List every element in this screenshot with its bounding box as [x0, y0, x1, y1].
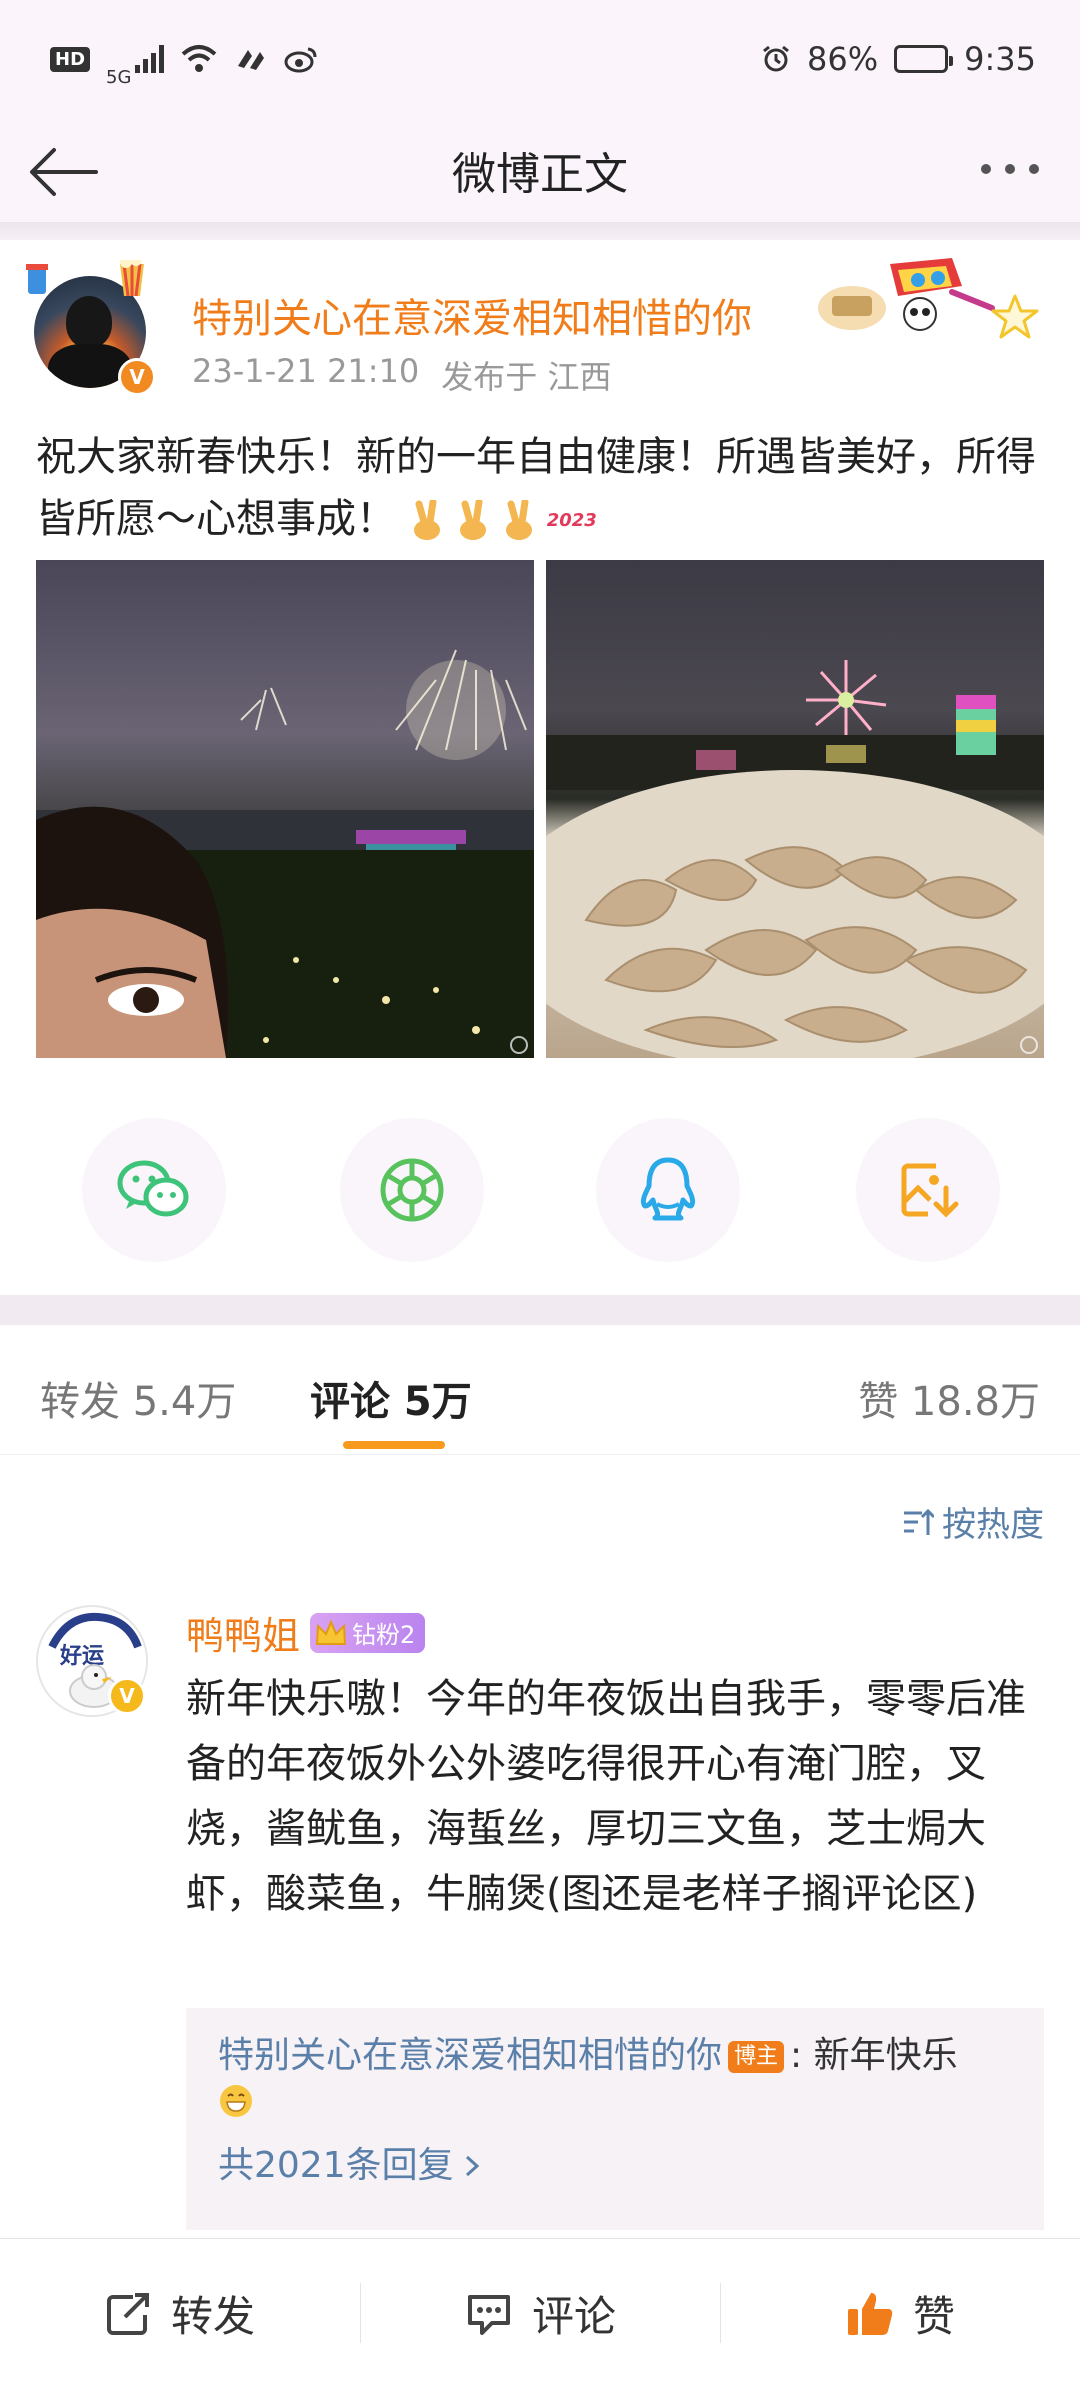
view-all-replies-link[interactable]: 共2021条回复 — [218, 2140, 1012, 2192]
repost-icon — [106, 2292, 149, 2335]
moments-icon — [380, 1158, 444, 1222]
emoji-row: 2023 — [409, 490, 597, 552]
post-image-2[interactable] — [546, 560, 1044, 1058]
chevron-right-icon — [465, 2155, 479, 2177]
commenter-verified-icon: V — [108, 1677, 146, 1715]
interaction-tabs: 转发 5.4万 评论 5万 赞 18.8万 — [0, 1325, 1080, 1455]
tab-reposts[interactable]: 转发 5.4万 — [40, 1369, 236, 1427]
hd-badge: HD — [50, 46, 91, 72]
post-body: 祝大家新春快乐！新的一年自由健康！所遇皆美好，所得皆所愿～心想事成！ 2023 — [36, 426, 1046, 552]
active-tab-indicator — [343, 1441, 445, 1449]
sort-icon — [904, 1508, 934, 1535]
battery-percent: 86% — [807, 40, 879, 78]
share-row — [0, 1118, 1080, 1268]
like-label: 赞 — [912, 2292, 955, 2341]
post-meta: 23-1-21 21:10 发布于 江西 — [192, 352, 611, 398]
status-left: HD 5G — [50, 31, 318, 88]
clock: 9:35 — [964, 40, 1036, 78]
sort-label: 按热度 — [942, 1505, 1044, 1545]
more-options-button[interactable] — [970, 154, 1050, 184]
signal-icon — [135, 45, 165, 73]
bottom-action-bar: 转发 评论 赞 — [0, 2238, 1080, 2388]
author-tag-badge: 博主 — [728, 2041, 785, 2073]
wechat-icon — [117, 1160, 189, 1217]
save-image-button[interactable] — [856, 1118, 1000, 1262]
share-moments-button[interactable] — [340, 1118, 484, 1262]
member-badge-decoration-icon — [818, 258, 995, 331]
status-bar: HD 5G 86% 9:35 — [0, 0, 1080, 118]
post-card: V 特别关心在意深爱相知相惜的你 23-1-21 21:10 发布于 江西 祝大… — [0, 240, 1080, 1295]
back-arrow-icon — [30, 148, 98, 196]
fan-level-badge[interactable]: 钻粉2 — [310, 1612, 426, 1653]
section-divider — [0, 1295, 1080, 1325]
sort-by-hot-button[interactable]: 按热度 — [902, 1497, 1044, 1546]
star-icon[interactable] — [990, 292, 1040, 342]
reply-text: : 新年快乐 — [790, 2035, 958, 2076]
comment-button[interactable]: 评论 — [360, 2239, 720, 2388]
tab-comments[interactable]: 评论 5万 — [310, 1369, 472, 1427]
nav-divider — [0, 222, 1080, 240]
save-image-icon — [901, 1163, 959, 1218]
like-button[interactable]: 赞 — [720, 2239, 1080, 2388]
more-dot-icon — [1029, 164, 1039, 174]
post-date: 23-1-21 21:10 — [192, 352, 420, 390]
author-name[interactable]: 特别关心在意深爱相知相惜的你 — [192, 286, 752, 344]
victory-hand-icon — [505, 500, 532, 540]
comment-label: 评论 — [531, 2292, 616, 2341]
more-dot-icon — [1005, 164, 1015, 174]
nav-bar: 微博正文 — [0, 118, 1080, 222]
post-location: 发布于 江西 — [441, 358, 612, 396]
avatar-frame-decoration-icon — [26, 260, 144, 297]
share-qq-button[interactable] — [596, 1118, 740, 1262]
repost-label: 转发 — [170, 2292, 255, 2341]
fireworks-selfie-image — [36, 649, 534, 1058]
fan-badge-label: 钻粉2 — [352, 1621, 416, 1649]
status-right: 86% 9:35 — [761, 40, 1036, 78]
reply-author[interactable]: 特别关心在意深爱相知相惜的你 — [218, 2035, 722, 2076]
tab-likes[interactable]: 赞 18.8万 — [858, 1369, 1040, 1427]
post-image-1[interactable] — [36, 560, 534, 1058]
image-badge-icon — [510, 1036, 528, 1054]
network-type: 5G — [106, 66, 132, 88]
comment-list: 按热度 好运 V 鸭鸭姐 钻粉2 新年快乐嗷！今年的年夜饭出自我手，零零后准备的… — [0, 1455, 1080, 2238]
page-title: 微博正文 — [452, 149, 628, 200]
share-wechat-button[interactable] — [82, 1118, 226, 1262]
image-badge-icon — [1020, 1036, 1038, 1054]
wifi-icon — [182, 45, 217, 72]
alarm-icon — [763, 45, 789, 72]
emoji-2023-icon: 2023 — [546, 510, 597, 531]
weibo-notification-icon — [284, 47, 317, 73]
victory-hand-icon — [413, 500, 440, 540]
commenter-name[interactable]: 鸭鸭姐 — [186, 1605, 300, 1660]
repost-button[interactable]: 转发 — [0, 2239, 360, 2388]
verified-badge-icon: V — [118, 358, 156, 396]
author-avatar[interactable]: V — [26, 260, 156, 396]
crown-icon — [315, 1618, 347, 1645]
grin-emoji-icon — [218, 2082, 1012, 2134]
commenter-header: 鸭鸭姐 钻粉2 — [186, 1605, 426, 1660]
comment-icon — [467, 2294, 510, 2335]
reply-preview[interactable]: 特别关心在意深爱相知相惜的你 博主: 新年快乐 共2021条回复 — [186, 2008, 1044, 2230]
dumplings-fireworks-image — [546, 660, 1044, 1058]
battery-icon — [894, 45, 954, 73]
data-sync-icon — [238, 50, 265, 70]
replies-count: 共2021条回复 — [218, 2145, 454, 2186]
qq-icon — [640, 1157, 696, 1221]
thumbs-up-icon — [847, 2292, 893, 2335]
comment-text: 新年快乐嗷！今年的年夜饭出自我手，零零后准备的年夜饭外公外婆吃得很开心有淹门腔，… — [186, 1676, 1026, 1917]
back-button[interactable] — [24, 142, 104, 202]
more-dot-icon — [981, 164, 991, 174]
victory-hand-icon — [459, 500, 486, 540]
